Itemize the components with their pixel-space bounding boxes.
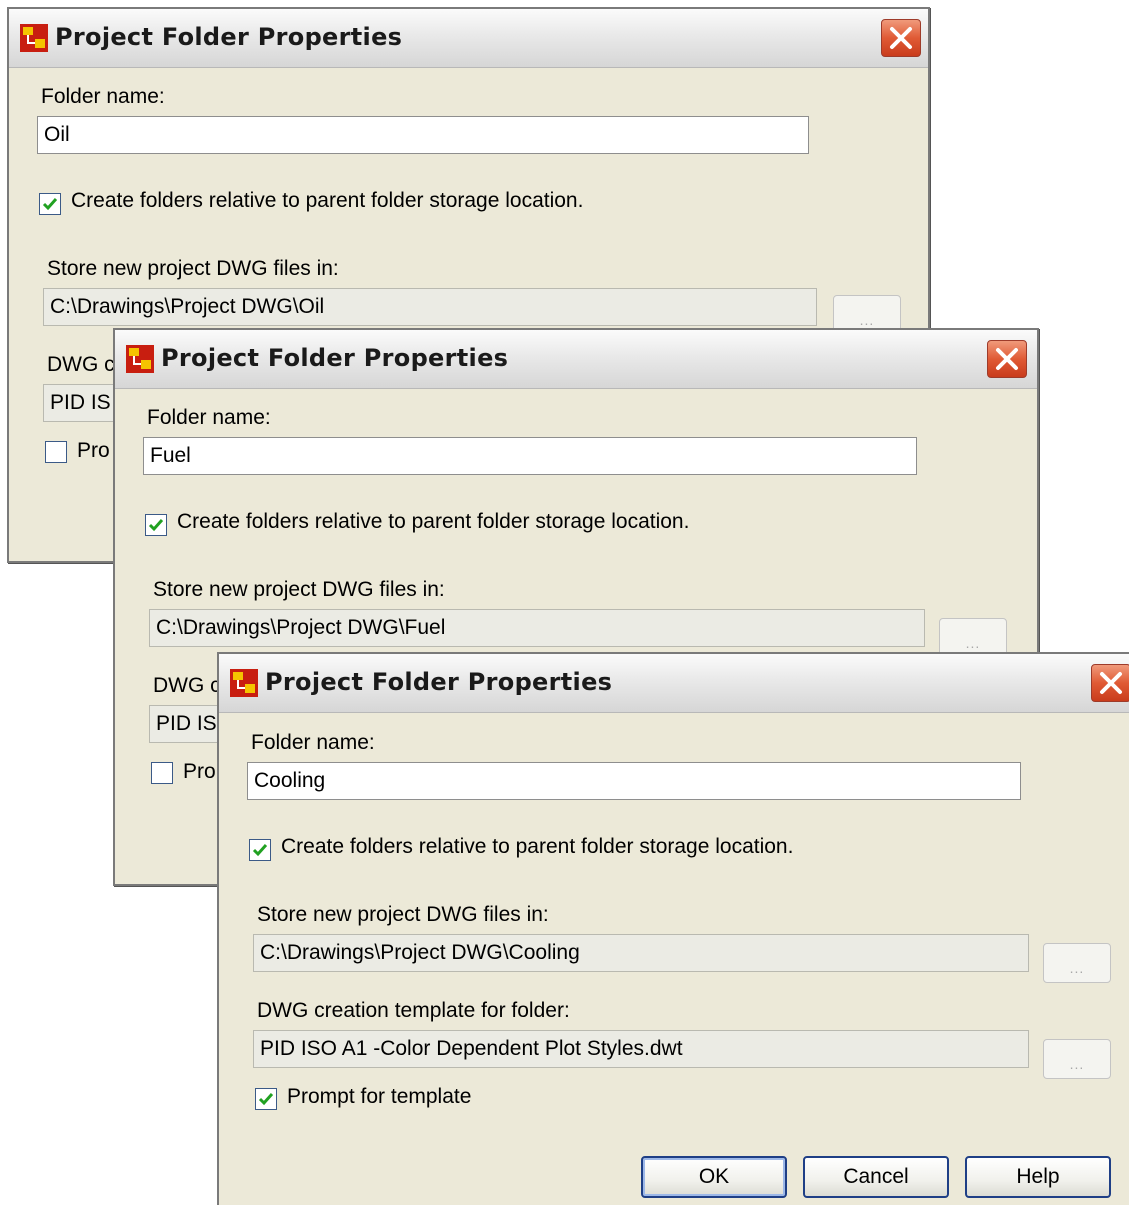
- title-bar[interactable]: Project Folder Properties: [115, 330, 1037, 389]
- store-path-field: C:\Drawings\Project DWG\Cooling: [253, 934, 1029, 972]
- project-manager-icon: [126, 345, 154, 373]
- store-path-field: C:\Drawings\Project DWG\Oil: [43, 288, 817, 326]
- store-label: Store new project DWG files in:: [47, 257, 339, 280]
- template-label: DWG c: [47, 353, 115, 376]
- folder-name-input[interactable]: Oil: [37, 116, 809, 154]
- prompt-label[interactable]: Pro: [183, 760, 216, 784]
- template-browse-button[interactable]: ...: [1043, 1039, 1111, 1079]
- close-icon: [996, 348, 1018, 370]
- folder-name-input[interactable]: Fuel: [143, 437, 917, 475]
- checkmark-icon: [148, 519, 164, 532]
- prompt-label[interactable]: Prompt for template: [287, 1085, 471, 1109]
- title-bar[interactable]: Project Folder Properties: [219, 654, 1129, 713]
- template-label: DWG c: [153, 674, 221, 697]
- relative-checkbox-label[interactable]: Create folders relative to parent folder…: [71, 189, 583, 213]
- title-bar[interactable]: Project Folder Properties: [9, 9, 928, 68]
- prompt-checkbox[interactable]: [45, 441, 67, 463]
- folder-name-input[interactable]: Cooling: [247, 762, 1021, 800]
- relative-checkbox[interactable]: [39, 193, 61, 215]
- cancel-button[interactable]: Cancel: [803, 1156, 949, 1198]
- dialog-title: Project Folder Properties: [265, 668, 613, 696]
- relative-checkbox[interactable]: [145, 514, 167, 536]
- project-manager-icon: [230, 669, 258, 697]
- ok-button[interactable]: OK: [641, 1156, 787, 1198]
- prompt-label[interactable]: Pro: [77, 439, 110, 463]
- folder-name-label: Folder name:: [251, 731, 375, 754]
- store-label: Store new project DWG files in:: [257, 903, 549, 926]
- template-label: DWG creation template for folder:: [257, 999, 570, 1022]
- folder-name-label: Folder name:: [41, 85, 165, 108]
- close-button[interactable]: [881, 19, 921, 57]
- close-icon: [890, 27, 912, 49]
- store-browse-button[interactable]: ...: [1043, 943, 1111, 983]
- help-button[interactable]: Help: [965, 1156, 1111, 1198]
- prompt-checkbox[interactable]: [255, 1088, 277, 1110]
- checkmark-icon: [252, 844, 268, 857]
- prompt-checkbox[interactable]: [151, 762, 173, 784]
- store-path-field: C:\Drawings\Project DWG\Fuel: [149, 609, 925, 647]
- dialog-title: Project Folder Properties: [161, 344, 509, 372]
- dialog-title: Project Folder Properties: [55, 23, 403, 51]
- relative-checkbox-label[interactable]: Create folders relative to parent folder…: [281, 835, 793, 859]
- checkmark-icon: [42, 198, 58, 211]
- relative-checkbox[interactable]: [249, 839, 271, 861]
- dialog-cooling: Project Folder Properties Folder name: C…: [217, 652, 1129, 1205]
- template-field: PID ISO A1 -Color Dependent Plot Styles.…: [253, 1030, 1029, 1068]
- project-manager-icon: [20, 24, 48, 52]
- store-label: Store new project DWG files in:: [153, 578, 445, 601]
- checkmark-icon: [258, 1093, 274, 1106]
- close-button[interactable]: [987, 340, 1027, 378]
- relative-checkbox-label[interactable]: Create folders relative to parent folder…: [177, 510, 689, 534]
- close-icon: [1100, 672, 1122, 694]
- close-button[interactable]: [1091, 664, 1129, 702]
- folder-name-label: Folder name:: [147, 406, 271, 429]
